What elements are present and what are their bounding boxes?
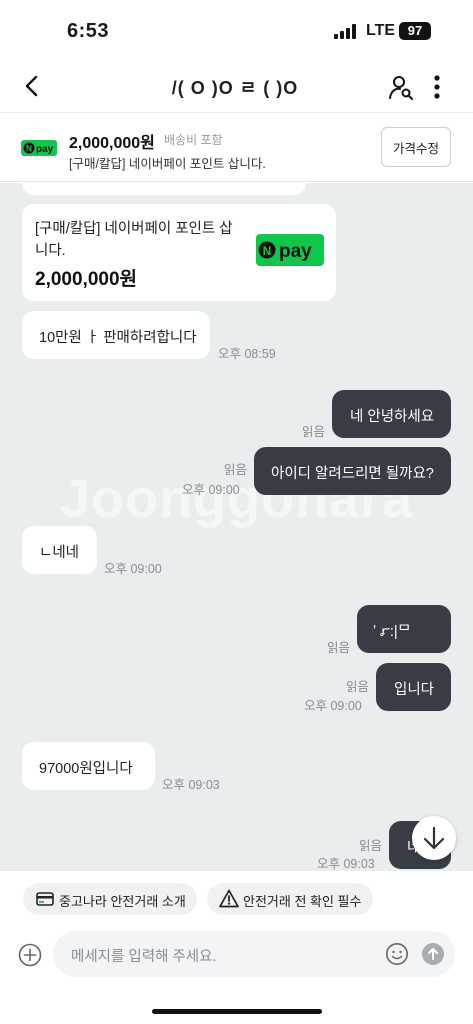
chevron-left-icon — [25, 75, 38, 97]
user-profile-button[interactable] — [388, 74, 414, 100]
card-icon — [36, 892, 54, 906]
message-bubble[interactable]: 10만원 ㅏ 판매하려합니다 — [22, 311, 210, 359]
product-summary: N pay 2,000,000원 배송비 포함 [구매/칼답] 네이버페이 포인… — [0, 112, 473, 182]
message-time: 오후 09:03 — [162, 778, 220, 792]
message-text: ㄴ네네 — [39, 545, 80, 561]
message-time: 오후 09:00 — [104, 562, 162, 576]
signal-icon — [334, 24, 358, 39]
npay-logo-large: N pay — [256, 234, 324, 266]
message-time: 오후 09:00 — [304, 699, 362, 713]
battery-level: 97 — [407, 23, 423, 38]
message-bubble[interactable]: 97000원입니다 — [22, 742, 155, 790]
card-title: [구매/칼답] 네이버페이 포인트 삽니다. — [35, 221, 233, 259]
message-text: 10만원 ㅏ 판매하려합니다 — [39, 330, 197, 346]
npay-logo: N pay — [21, 140, 57, 156]
edit-price-button[interactable]: 가격수정 — [381, 127, 451, 167]
product-card-message[interactable]: [구매/칼답] 네이버페이 포인트 삽니다. 2,000,000원 N pay — [22, 204, 336, 301]
message-time: 오후 08:59 — [218, 347, 276, 361]
my-message-bubble[interactable]: 아이디 알려드리면 될까요? — [254, 447, 451, 495]
scroll-to-bottom-button[interactable] — [412, 816, 456, 860]
arrow-up-icon — [428, 948, 438, 960]
chat-messages[interactable]: Joonggonara [구매/칼답] 네이버페이 포인트 삽니다. 2,000… — [0, 183, 473, 871]
svg-text:N: N — [263, 244, 272, 258]
message-bubble[interactable]: ㄴ네네 — [22, 526, 97, 574]
svg-text:N: N — [26, 144, 32, 153]
my-message-bubble[interactable]: 입니다 — [376, 663, 451, 711]
message-text: 입니다 — [394, 682, 435, 698]
read-receipt: 읽음 — [327, 641, 351, 655]
npay-brand-text: pay — [36, 144, 54, 155]
chip-label: 안전거래 전 확인 필수 — [243, 894, 362, 909]
message-text: ʼ ꭊ:|ᄆ — [373, 624, 411, 640]
attach-button[interactable] — [18, 943, 42, 967]
read-receipt: 읽음 — [224, 463, 248, 477]
read-receipt: 읽음 — [359, 839, 383, 853]
message-input-placeholder: 메세지를 입력해 주세요. — [71, 949, 217, 965]
more-options-button[interactable] — [428, 74, 446, 100]
user-search-icon — [389, 76, 413, 100]
quick-action-chips: 중고나라 안전거래 소개 안전거래 전 확인 필수 — [0, 871, 473, 927]
warning-icon — [219, 889, 239, 908]
status-time: 6:53 — [67, 20, 110, 42]
message-text: 97000원입니다 — [39, 761, 133, 777]
status-bar: 6:53 LTE 97 — [0, 0, 473, 60]
card-price: 2,000,000원 — [35, 269, 138, 290]
arrow-down-icon — [423, 826, 445, 850]
message-composer: 메세지를 입력해 주세요. — [0, 927, 473, 1024]
message-time: 오후 09:00 — [182, 483, 240, 497]
product-name: [구매/칼답] 네이버페이 포인트 삽니다. — [69, 157, 266, 171]
network-type: LTE — [366, 22, 396, 39]
read-receipt: 읽음 — [346, 680, 370, 694]
npay-big-brand-text: pay — [279, 241, 312, 262]
chip-safe-trade-intro[interactable]: 중고나라 안전거래 소개 — [23, 883, 197, 915]
my-message-bubble[interactable]: ʼ ꭊ:|ᄆ — [357, 605, 451, 653]
more-vertical-icon — [434, 75, 440, 99]
chip-label: 중고나라 안전거래 소개 — [59, 894, 186, 909]
shipping-note: 배송비 포함 — [164, 133, 223, 147]
product-price: 2,000,000원 — [69, 135, 155, 152]
message-time: 오후 09:03 — [317, 857, 375, 871]
chip-safe-trade-check[interactable]: 안전거래 전 확인 필수 — [207, 883, 373, 915]
send-button[interactable] — [422, 943, 444, 965]
message-text: 아이디 알려드리면 될까요? — [271, 466, 434, 482]
battery-icon: 97 — [399, 22, 431, 40]
message-bubble-partial — [22, 183, 306, 195]
message-input[interactable]: 메세지를 입력해 주세요. — [53, 931, 455, 977]
smiley-icon — [386, 943, 408, 965]
home-indicator — [152, 1009, 322, 1014]
my-message-bubble[interactable]: 네 안녕하세요 — [332, 390, 451, 438]
back-button[interactable] — [18, 72, 46, 100]
chat-header: /( O )O ㄹ ( )O — [0, 60, 473, 112]
message-text: 네 안녕하세요 — [350, 409, 435, 425]
plus-circle-icon — [18, 943, 42, 967]
emoji-button[interactable] — [385, 942, 409, 966]
page-title: /( O )O ㄹ ( )O — [171, 78, 299, 98]
read-receipt: 읽음 — [302, 425, 326, 439]
